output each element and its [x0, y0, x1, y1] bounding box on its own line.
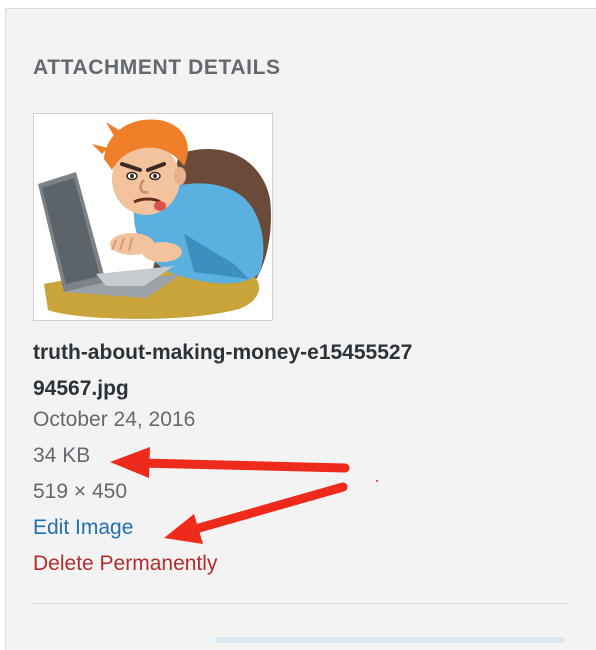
- edit-image-link[interactable]: Edit Image: [33, 516, 133, 540]
- image-dimensions: 519 × 450: [33, 480, 128, 503]
- cartoon-man-laptop-image: [38, 119, 271, 319]
- attachment-thumbnail[interactable]: [33, 113, 273, 321]
- next-section-edge: [215, 637, 565, 643]
- delete-permanently-link[interactable]: Delete Permanently: [33, 552, 217, 576]
- uploaded-date: October 24, 2016: [33, 408, 196, 431]
- section-heading: ATTACHMENT DETAILS: [33, 56, 281, 79]
- section-divider: [33, 603, 567, 604]
- attachment-filename: truth-about-making-money-e1545552794567.…: [33, 341, 413, 400]
- file-size: 34 KB: [33, 444, 91, 467]
